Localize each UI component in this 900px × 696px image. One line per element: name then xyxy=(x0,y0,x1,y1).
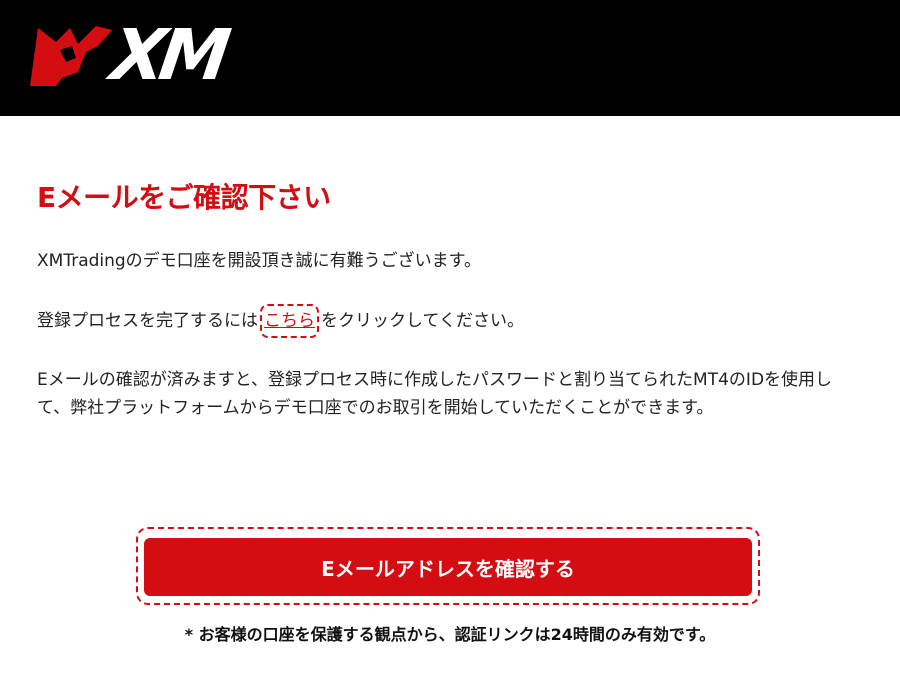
logo-text: XM xyxy=(106,14,230,96)
page-title: Eメールをご確認下さい xyxy=(37,181,331,214)
confirm-email-button[interactable]: Eメールアドレスを確認する xyxy=(144,538,752,596)
instruction-text-after: をクリックしてください。 xyxy=(321,311,524,331)
link-highlight: こちら xyxy=(260,304,319,338)
footnote: * お客様の口座を保護する観点から、認証リンクは24時間のみ有効です。 xyxy=(184,625,716,644)
instruction-text-before: 登録プロセスを完了するには xyxy=(37,311,258,331)
info-paragraph: Eメールの確認が済みますと、登録プロセス時に作成したパスワードと割り当てられたM… xyxy=(37,370,833,418)
thanks-paragraph: XMTradingのデモ口座を開設頂き誠に有難うございます。 xyxy=(37,251,481,271)
instruction-paragraph: 登録プロセスを完了するには こちら をクリックしてください。 xyxy=(37,304,863,338)
xm-logo: XM xyxy=(26,14,229,96)
bull-icon xyxy=(30,26,112,86)
email-header: XM xyxy=(0,0,900,116)
here-link[interactable]: こちら xyxy=(264,311,315,331)
